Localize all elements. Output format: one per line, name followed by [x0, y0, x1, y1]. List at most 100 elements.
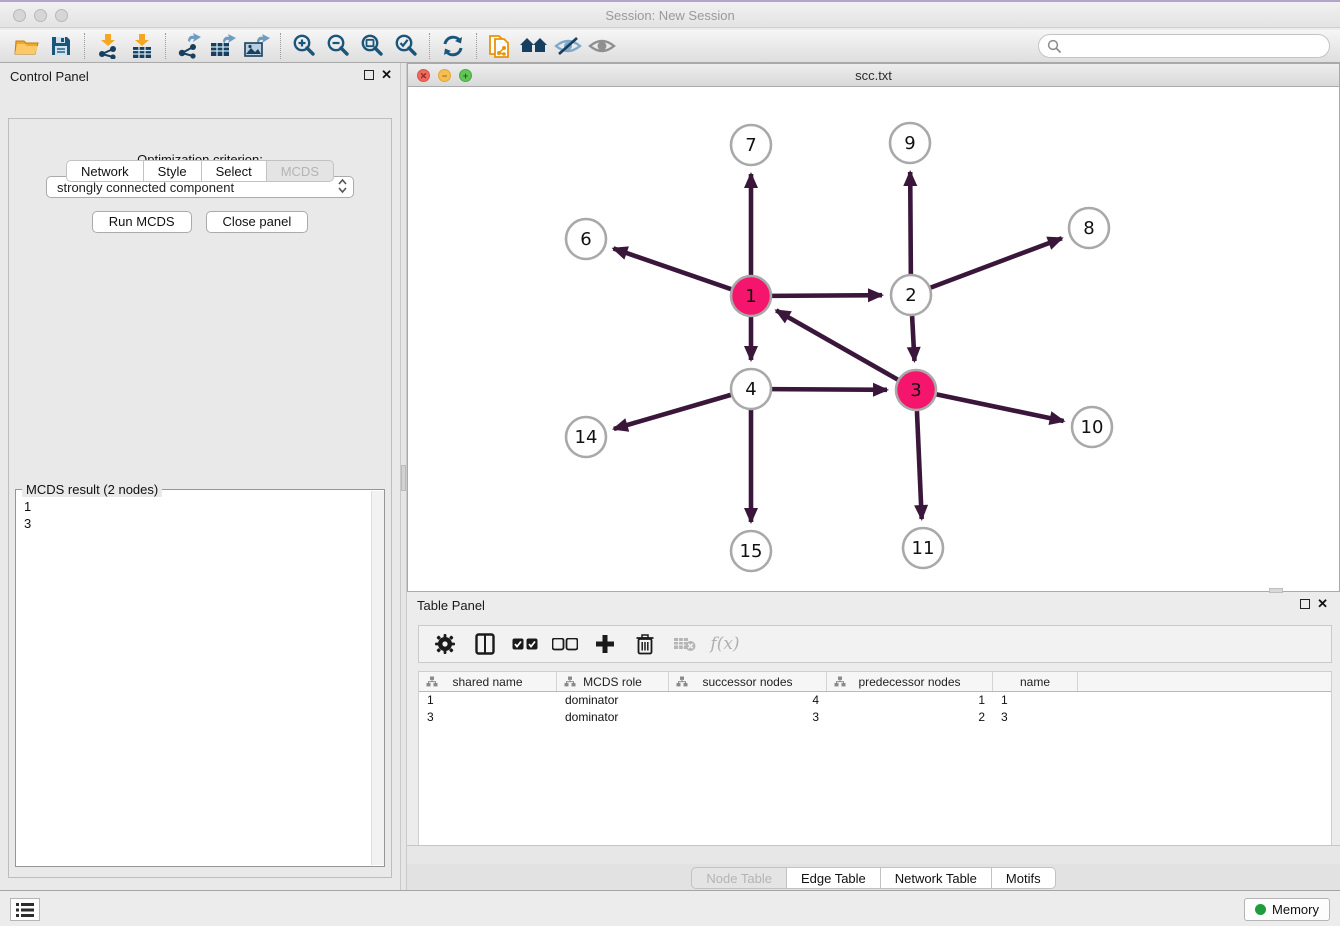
cell-shared-name[interactable]: 3 — [419, 709, 557, 726]
task-history-button[interactable] — [10, 898, 40, 921]
close-panel-button[interactable]: Close panel — [206, 211, 309, 233]
trash-icon — [636, 634, 654, 655]
tab-network[interactable]: Network — [66, 160, 144, 182]
float-panel-icon[interactable] — [1300, 599, 1310, 609]
tab-mcds[interactable]: MCDS — [267, 160, 334, 182]
graph-edge-4-14[interactable] — [614, 395, 731, 429]
graph-edge-2-8[interactable] — [931, 238, 1062, 287]
toolbar-separator — [476, 33, 477, 59]
plus-icon — [595, 634, 615, 654]
graph-node-label: 2 — [905, 285, 916, 306]
app-titlebar: Session: New Session — [0, 0, 1340, 28]
column-header-predecessor-nodes[interactable]: predecessor nodes — [827, 672, 993, 691]
export-image-button[interactable] — [240, 32, 274, 60]
close-panel-icon[interactable]: ✕ — [381, 67, 392, 83]
memory-button[interactable]: Memory — [1244, 898, 1330, 921]
splitter-grip[interactable] — [401, 465, 406, 491]
search-input[interactable] — [1038, 34, 1330, 58]
import-network-button[interactable] — [91, 32, 125, 60]
zoom-fit-button[interactable] — [355, 32, 389, 60]
column-header-successor-nodes[interactable]: successor nodes — [669, 672, 827, 691]
graph-node-label: 11 — [912, 538, 935, 559]
column-header-name[interactable]: name — [993, 672, 1078, 691]
cell-successor-nodes[interactable]: 3 — [669, 709, 827, 726]
table-row[interactable]: 3 dominator 3 2 3 — [419, 709, 1331, 726]
network-canvas[interactable]: 1234678910111415 — [408, 87, 1339, 591]
network-window-titlebar[interactable]: ✕ − + scc.txt — [408, 64, 1339, 87]
panel-splitter[interactable] — [400, 63, 407, 890]
create-column-button[interactable] — [591, 631, 619, 657]
homes-icon — [519, 34, 549, 58]
horizontal-splitter-grip[interactable] — [1269, 588, 1283, 593]
network-graph[interactable]: 1234678910111415 — [408, 87, 1339, 591]
close-panel-icon[interactable]: ✕ — [1317, 596, 1328, 612]
delete-table-button[interactable] — [671, 631, 699, 657]
tab-node-table[interactable]: Node Table — [691, 867, 787, 889]
cell-successor-nodes[interactable]: 4 — [669, 692, 827, 709]
show-columns-button[interactable] — [471, 631, 499, 657]
table-settings-button[interactable] — [431, 631, 459, 657]
cell-mcds-role[interactable]: dominator — [557, 709, 669, 726]
column-header-shared-name[interactable]: shared name — [419, 672, 557, 691]
select-all-columns-button[interactable] — [511, 631, 539, 657]
tab-network-table[interactable]: Network Table — [881, 867, 992, 889]
export-network-button[interactable] — [172, 32, 206, 60]
cell-name[interactable]: 3 — [993, 709, 1078, 726]
tab-edge-table[interactable]: Edge Table — [787, 867, 881, 889]
mcds-result-legend: MCDS result (2 nodes) — [22, 482, 162, 497]
table-panel: Table Panel ✕ — [407, 592, 1340, 890]
open-session-button[interactable] — [10, 32, 44, 60]
unselect-all-columns-button[interactable] — [551, 631, 579, 657]
tab-select[interactable]: Select — [202, 160, 267, 182]
cell-name[interactable]: 1 — [993, 692, 1078, 709]
result-scrollbar[interactable] — [371, 491, 384, 865]
graph-edge-3-1[interactable] — [776, 310, 898, 379]
unchecked-boxes-icon — [552, 638, 578, 651]
zoom-in-button[interactable] — [287, 32, 321, 60]
table-horizontal-scrollbar[interactable] — [407, 845, 1340, 864]
export-image-icon — [243, 33, 271, 59]
cell-shared-name[interactable]: 1 — [419, 692, 557, 709]
graph-edge-1-6[interactable] — [613, 248, 731, 289]
clone-network-button[interactable] — [483, 32, 517, 60]
zoom-out-button[interactable] — [321, 32, 355, 60]
zoom-selected-button[interactable] — [389, 32, 423, 60]
checked-boxes-icon — [512, 638, 538, 651]
refresh-view-button[interactable] — [436, 32, 470, 60]
graph-edge-2-3[interactable] — [912, 316, 914, 361]
table-row[interactable]: 1 dominator 4 1 1 — [419, 692, 1331, 709]
tab-motifs[interactable]: Motifs — [992, 867, 1056, 889]
function-builder-button[interactable]: f(x) — [711, 631, 739, 657]
save-session-button[interactable] — [44, 32, 78, 60]
export-network-icon — [176, 33, 202, 59]
graph-edge-1-2[interactable] — [772, 295, 882, 296]
table-toolbar: f(x) — [418, 625, 1332, 663]
graph-node-label: 9 — [904, 133, 915, 154]
zoom-in-icon — [291, 33, 317, 59]
run-mcds-button[interactable]: Run MCDS — [92, 211, 192, 233]
network-title: scc.txt — [408, 68, 1339, 83]
toolbar-separator — [84, 33, 85, 59]
float-panel-icon[interactable] — [364, 70, 374, 80]
cell-predecessor-nodes[interactable]: 2 — [827, 709, 993, 726]
hide-selected-button[interactable] — [551, 32, 585, 60]
graph-edge-3-11[interactable] — [917, 411, 922, 519]
graph-edge-4-3[interactable] — [772, 389, 887, 390]
show-selected-button[interactable] — [585, 32, 619, 60]
export-table-button[interactable] — [206, 32, 240, 60]
node-table[interactable]: shared name MCDS role successor nodes — [418, 671, 1332, 845]
cell-mcds-role[interactable]: dominator — [557, 692, 669, 709]
save-floppy-icon — [50, 35, 72, 57]
import-table-icon — [130, 33, 154, 59]
main-toolbar — [0, 30, 1340, 63]
graph-edge-2-9[interactable] — [910, 172, 911, 274]
graph-edge-3-10[interactable] — [937, 394, 1064, 421]
tab-style[interactable]: Style — [144, 160, 202, 182]
cell-predecessor-nodes[interactable]: 1 — [827, 692, 993, 709]
import-table-button[interactable] — [125, 32, 159, 60]
delete-column-button[interactable] — [631, 631, 659, 657]
show-all-networks-button[interactable] — [517, 32, 551, 60]
column-header-mcds-role[interactable]: MCDS role — [557, 672, 669, 691]
graph-node-label: 3 — [910, 380, 921, 401]
delete-table-icon — [673, 636, 697, 652]
